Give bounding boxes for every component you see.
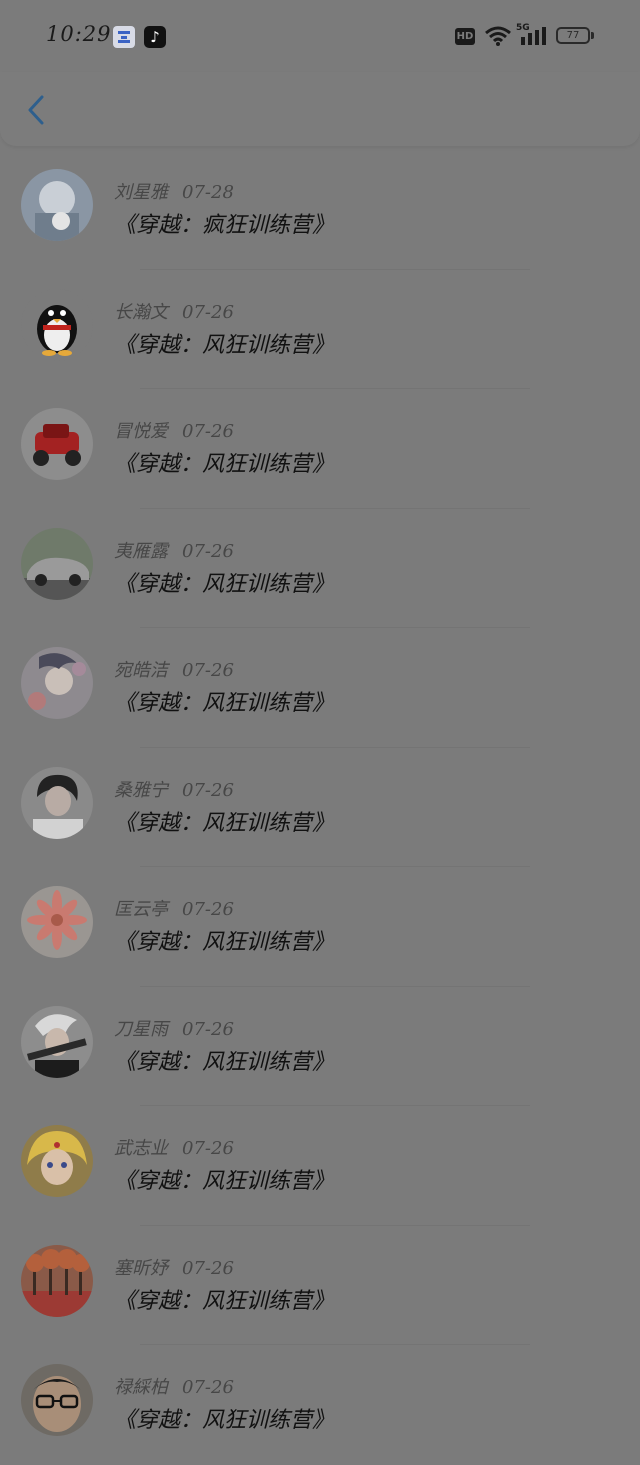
- user-name: 刀星雨: [114, 1018, 168, 1040]
- item-title: 《穿越：风狂训练营》: [114, 1169, 335, 1194]
- post-date: 07-28: [182, 182, 234, 203]
- user-name: 刘星雅: [114, 182, 168, 203]
- post-date: 07-26: [182, 1257, 234, 1279]
- avatar[interactable]: [21, 288, 93, 361]
- post-date: 07-26: [182, 660, 234, 681]
- list-item[interactable]: 匡云亭 07-26 《穿越：风狂训练营》: [0, 867, 640, 987]
- post-date: 07-26: [182, 899, 234, 920]
- avatar[interactable]: [21, 408, 93, 480]
- item-title: 《穿越：风狂训练营》: [114, 571, 335, 597]
- user-name: 匡云亭: [114, 899, 168, 920]
- list-item[interactable]: 塞昕妤 07-26 《穿越：风狂训练营》: [0, 1226, 640, 1345]
- item-title: 《穿越：风狂训练营》: [114, 1408, 335, 1433]
- post-date: 07-26: [182, 540, 234, 562]
- list-item[interactable]: 刘星雅 07-28 《穿越：疯狂训练营》: [0, 150, 640, 270]
- avatar[interactable]: [21, 1244, 93, 1317]
- post-date: 07-26: [182, 1018, 234, 1040]
- list-item[interactable]: 桑雅宁 07-26 《穿越：风狂训练营》: [0, 748, 640, 867]
- wifi-icon: [485, 26, 511, 46]
- item-title: 《穿越：风狂训练营》: [114, 1049, 335, 1075]
- list-item[interactable]: 夷雁露 07-26 《穿越：风狂训练营》: [0, 509, 640, 628]
- avatar[interactable]: [21, 766, 93, 839]
- hd-icon: HD: [455, 28, 475, 45]
- status-time: 10:29: [46, 22, 112, 46]
- app-notification-icon: [113, 26, 135, 48]
- list-item[interactable]: 禄綵柏 07-26 《穿越：风狂训练营》: [0, 1345, 640, 1465]
- item-title: 《穿越：风狂训练营》: [114, 332, 335, 358]
- item-title: 《穿越：疯狂训练营》: [114, 213, 335, 238]
- user-name: 长瀚文: [114, 301, 168, 323]
- item-title: 《穿越：风狂训练营》: [114, 691, 335, 716]
- user-name: 禄綵柏: [114, 1377, 168, 1398]
- battery-tip: [591, 32, 594, 39]
- list-item[interactable]: 宛皓洁 07-26 《穿越：风狂训练营》: [0, 628, 640, 748]
- post-date: 07-26: [182, 1138, 234, 1159]
- user-name: 塞昕妤: [114, 1257, 168, 1279]
- post-date: 07-26: [182, 1377, 234, 1398]
- avatar[interactable]: [21, 1005, 93, 1078]
- list-item[interactable]: 冒悦爱 07-26 《穿越：风狂训练营》: [0, 389, 640, 509]
- list-item[interactable]: 武志业 07-26 《穿越：风狂训练营》: [0, 1106, 640, 1226]
- avatar[interactable]: [21, 527, 93, 600]
- comment-list: 刘星雅 07-28 《穿越：疯狂训练营》 长瀚文 07-26 《穿越：风狂训练营》 …: [0, 150, 640, 1465]
- user-name: 桑雅宁: [114, 779, 168, 801]
- post-date: 07-26: [182, 421, 234, 442]
- item-title: 《穿越：风狂训练营》: [114, 1288, 335, 1314]
- header-bar: [0, 72, 640, 146]
- tiktok-icon: ♪: [144, 26, 166, 48]
- signal-icon: [521, 27, 546, 45]
- user-name: 夷雁露: [114, 540, 168, 562]
- list-item[interactable]: 长瀚文 07-26 《穿越：风狂训练营》: [0, 270, 640, 389]
- status-bar: 10:29 ♪ HD 5G 77: [0, 0, 640, 72]
- user-name: 宛皓洁: [114, 660, 168, 681]
- post-date: 07-26: [182, 779, 234, 801]
- user-name: 冒悦爱: [114, 421, 168, 442]
- avatar[interactable]: [21, 169, 93, 241]
- item-title: 《穿越：风狂训练营》: [114, 930, 335, 955]
- item-title: 《穿越：风狂训练营》: [114, 810, 335, 836]
- avatar[interactable]: [21, 1364, 93, 1436]
- item-title: 《穿越：风狂训练营》: [114, 452, 335, 477]
- avatar[interactable]: [21, 886, 93, 958]
- avatar[interactable]: [21, 1125, 93, 1197]
- back-button[interactable]: [22, 92, 52, 128]
- post-date: 07-26: [182, 301, 234, 323]
- battery-icon: 77: [556, 27, 590, 44]
- user-name: 武志业: [114, 1138, 168, 1159]
- avatar[interactable]: [21, 647, 93, 719]
- list-item[interactable]: 刀星雨 07-26 《穿越：风狂训练营》: [0, 987, 640, 1106]
